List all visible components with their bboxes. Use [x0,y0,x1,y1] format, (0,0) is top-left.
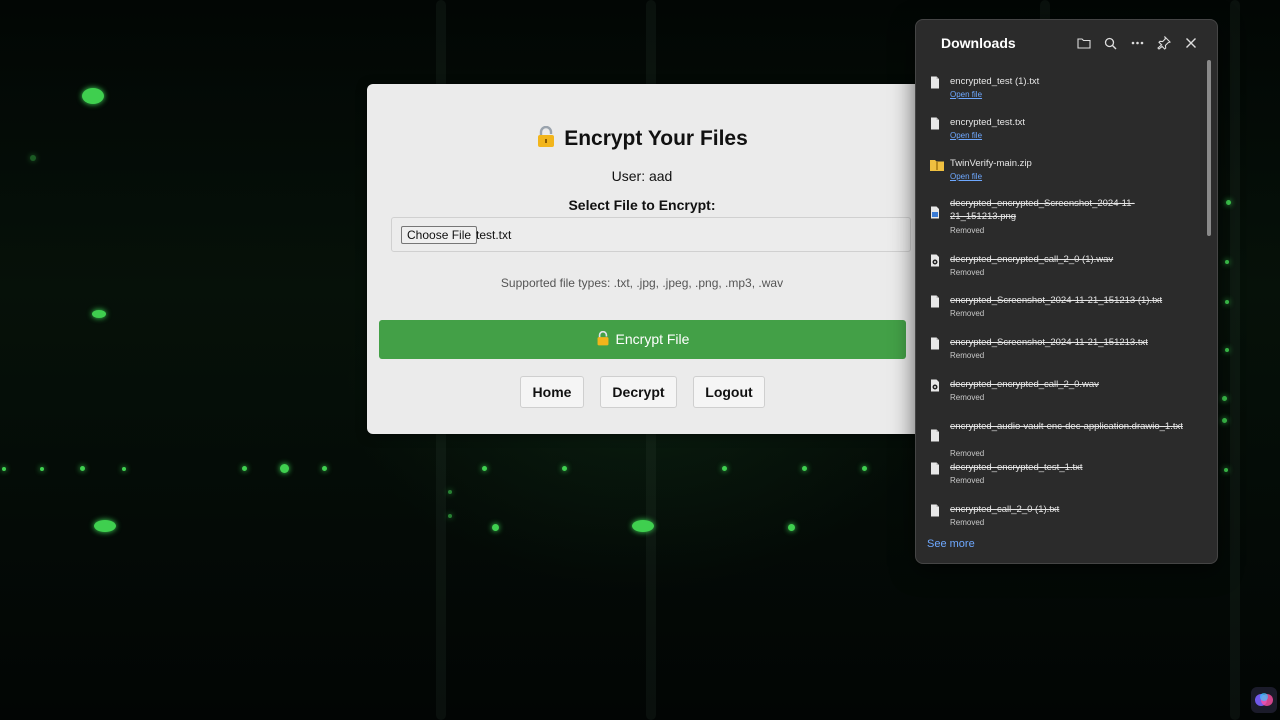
bg-glow [92,310,106,318]
download-status: Removed [950,309,985,318]
bg-dot [788,524,795,531]
bg-dot [1222,418,1227,423]
more-icon[interactable] [1128,34,1146,52]
bg-dot [1225,348,1229,352]
folder-icon[interactable] [1075,34,1093,52]
assistant-button[interactable] [1251,687,1277,713]
text-file-icon [930,295,944,309]
download-status: Removed [950,268,985,277]
bg-dot [482,466,487,471]
open-file-link[interactable]: Open file [950,172,982,181]
download-file-name: encrypted_test (1).txt [950,76,1040,87]
supported-types-text: Supported file types: .txt, .jpg, .jpeg,… [500,276,784,290]
bg-glow [94,520,116,532]
audio-file-icon [930,254,944,268]
zip-folder-icon [930,158,944,172]
bg-dot [1225,300,1229,304]
bg-dot [1224,468,1228,472]
download-file-name: encrypted_call_2_0 (1).txt [950,504,1060,515]
bg-dot [862,466,867,471]
bg-dot [802,466,807,471]
download-file-name: decrypted_encrypted_call_2_0 (1).wav [950,254,1114,265]
download-file-name: encrypted_Screenshot_2024-11-21_151213.t… [950,337,1148,348]
search-icon[interactable] [1101,34,1119,52]
download-file-name: decrypted_encrypted_Screenshot_2024-11-2… [950,198,1135,222]
page-title-text: Encrypt Your Files [564,127,748,150]
download-status: Removed [950,476,985,485]
bg-dot [280,464,289,473]
bg-dot [242,466,247,471]
bg-dot [448,514,452,518]
bg-dot [2,467,6,471]
page-title: Encrypt Your Files [367,126,917,151]
select-file-label: Select File to Encrypt: [568,197,716,213]
download-file-name: encrypted_Screenshot_2024-11-21_151213 (… [950,295,1163,306]
audio-file-icon [930,379,944,393]
bg-glow [632,520,654,532]
lock-icon [538,126,555,147]
logout-button[interactable]: Logout [693,376,765,408]
image-file-icon [930,206,944,220]
pin-icon[interactable] [1155,34,1173,52]
downloads-title: Downloads [941,35,1016,51]
bg-dot [30,155,36,161]
close-icon[interactable] [1182,34,1200,52]
download-file-name: TwinVerify-main.zip [950,158,1032,169]
lock-icon [597,330,608,346]
decrypt-button[interactable]: Decrypt [600,376,677,408]
bg-dot [1222,396,1227,401]
see-more-link[interactable]: See more [927,538,975,550]
bg-dot [80,466,85,471]
download-status: Removed [950,393,985,402]
download-file-name: decrypted_encrypted_test_1.txt [950,462,1083,473]
selected-file-name: test.txt [476,228,512,242]
download-status: Removed [950,449,985,458]
bg-dot [40,467,44,471]
bg-dot [1226,200,1231,205]
bg-dot [448,490,452,494]
copilot-icon [1255,693,1273,706]
downloads-scrollbar[interactable] [1207,60,1211,236]
bg-dot [122,467,126,471]
text-file-icon [930,462,944,476]
download-status: Removed [950,351,985,360]
file-input[interactable]: Choose File test.txt [391,217,911,252]
download-file-name: decrypted_encrypted_call_2_0.wav [950,379,1099,390]
bg-glow [82,88,104,104]
download-file-name: encrypted_audio-vault-enc-dec-applicatio… [950,421,1183,432]
download-status: Removed [950,226,985,235]
open-file-link[interactable]: Open file [950,131,982,140]
choose-file-button[interactable]: Choose File [401,226,478,244]
encrypt-file-button[interactable]: Encrypt File [379,320,906,359]
downloads-panel: Downloads encrypted_test (1).txt Open fil… [915,19,1218,564]
bg-dot [492,524,499,531]
download-status: Removed [950,518,985,527]
user-label: User: aad [611,168,673,184]
bg-dot [322,466,327,471]
bg-column [1230,0,1240,720]
download-file-name: encrypted_test.txt [950,117,1025,128]
encrypt-file-label: Encrypt File [615,331,690,347]
bg-dot [1225,260,1229,264]
open-file-link[interactable]: Open file [950,90,982,99]
text-file-icon [930,76,944,90]
text-file-icon [930,117,944,131]
home-button[interactable]: Home [520,376,584,408]
text-file-icon [930,337,944,351]
bg-dot [562,466,567,471]
bg-dot [722,466,727,471]
text-file-icon [930,504,944,518]
text-file-icon [930,429,944,443]
